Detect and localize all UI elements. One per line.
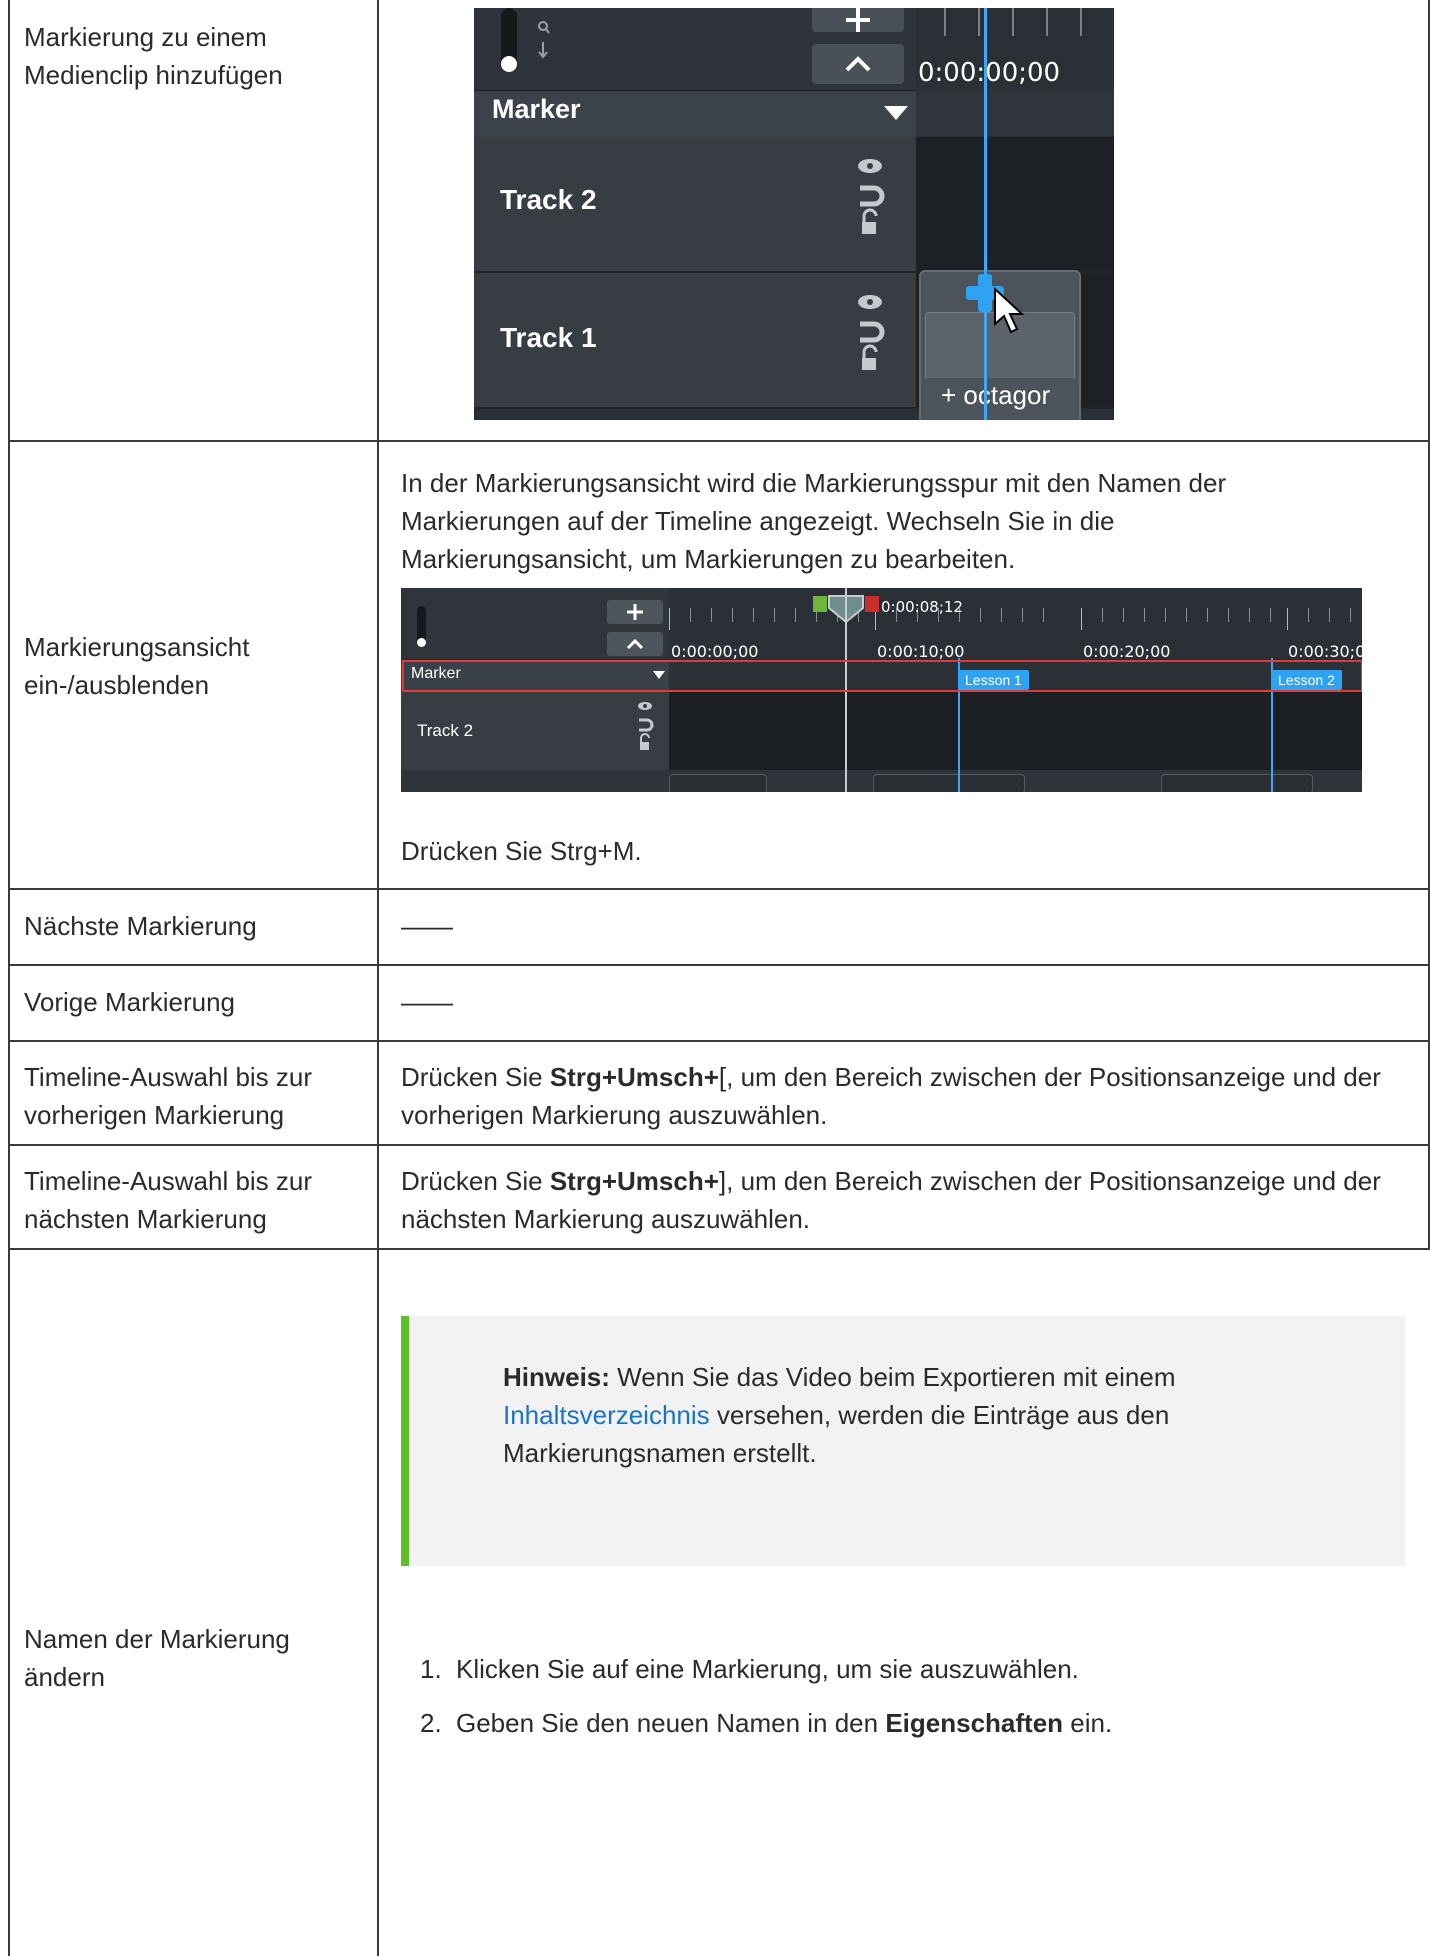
row-description: Drücken Sie Strg+Umsch+[, um den Bereich…: [401, 1058, 1406, 1134]
media-clip: [1161, 774, 1313, 792]
chevron-up-icon: [845, 56, 871, 72]
track-icons: [858, 295, 885, 370]
ruler-tick-label: 0:00:00;00: [671, 642, 759, 661]
clip-label: + octagor: [941, 380, 1051, 410]
row-label: Nächste Markierung: [24, 911, 257, 941]
list-text: ein.: [1063, 1708, 1113, 1738]
media-clip: [873, 774, 1025, 792]
row-label: Namen der Markierung ändern: [24, 1624, 290, 1692]
list-item: 1. Klicken Sie auf eine Markierung, um si…: [420, 1650, 1079, 1688]
collapse-button: [812, 44, 904, 84]
row-value: ——: [401, 911, 453, 941]
track-label: Track 2: [417, 721, 474, 740]
zoom-slider-knob: [417, 638, 426, 647]
track-label: Track 2: [500, 184, 597, 215]
mouse-cursor-icon: [994, 286, 1025, 334]
shortcut-keys: Strg+Umsch+: [549, 1166, 719, 1196]
add-track-button: [812, 8, 904, 32]
row-description: Drücken Sie Strg+Umsch+], um den Bereich…: [401, 1162, 1406, 1238]
selection-end-handle: [865, 596, 879, 612]
row-label: Markierung zu einem Medienclip hinzufüge…: [24, 22, 283, 90]
table-of-contents-link[interactable]: Inhaltsverzeichnis: [503, 1400, 710, 1430]
ruler-tick-label: 0:00:30;0: [1288, 642, 1362, 661]
dropdown-arrow-icon: [884, 106, 908, 120]
row-divider: [8, 1144, 1430, 1146]
timeline-ruler: [669, 588, 1362, 658]
description-text: Drücken Sie: [401, 1062, 550, 1092]
add-track-button: [607, 600, 663, 624]
plus-icon: [627, 604, 643, 620]
row-divider: [8, 1248, 1430, 1250]
list-text-bold: Eigenschaften: [885, 1708, 1064, 1738]
row-label: Timeline-Auswahl bis zur nächsten Markie…: [24, 1166, 313, 1234]
timeline-screenshot-marker-view: 0:00:00;00 0:00:10;00 0:00:20;00 0:00:30…: [401, 588, 1362, 792]
list-item: 2. Geben Sie den neuen Namen in den Eigen…: [420, 1704, 1112, 1742]
zoom-slider-knob: [501, 56, 517, 72]
ruler-tick-label: 0:00:10;00: [877, 642, 965, 661]
shortcut-table: Markierung zu einem Medienclip hinzufüge…: [0, 0, 1430, 1956]
ruler-tick-label: 0:00:20;00: [1083, 642, 1171, 661]
collapse-button: [607, 632, 663, 656]
row-label: Markierungsansicht ein-/ausblenden: [24, 632, 250, 700]
ruler-time-label: 0:00:00;00: [918, 58, 1061, 88]
highlight-box: [402, 660, 1362, 692]
row-divider: [8, 440, 1430, 442]
row-label: Timeline-Auswahl bis zur vorherigen Mark…: [24, 1062, 313, 1130]
zoom-icon: [538, 21, 550, 59]
table-column-divider: [377, 0, 379, 1956]
shortcut-keys: Strg+Umsch+: [549, 1062, 719, 1092]
note-box: Hinweis: Wenn Sie das Video beim Exporti…: [401, 1316, 1405, 1566]
track-label: Track 1: [500, 322, 597, 353]
marker-view-description: In der Markierungsansicht wird die Marki…: [401, 468, 1227, 574]
track-icons: [858, 159, 885, 234]
list-number: 1.: [420, 1654, 442, 1684]
shortcut-text: Drücken Sie Strg+M.: [401, 836, 642, 866]
row-divider: [8, 888, 1430, 890]
chevron-up-icon: [626, 638, 644, 650]
plus-icon: [846, 8, 870, 32]
note-text-part: Wenn Sie das Video beim Exportieren mit …: [609, 1362, 1176, 1392]
list-number: 2.: [420, 1708, 442, 1738]
media-clip: [669, 774, 767, 792]
row-value: ——: [401, 987, 453, 1017]
note-text: Hinweis: Wenn Sie das Video beim Exporti…: [503, 1358, 1303, 1472]
track-lane: [669, 692, 1362, 770]
playhead-line: [984, 8, 987, 420]
row-label: Vorige Markierung: [24, 987, 235, 1017]
marker-track-lane: [916, 90, 1114, 136]
list-text: Klicken Sie auf eine Markierung, um sie …: [456, 1654, 1079, 1684]
list-text: Geben Sie den neuen Namen in den: [456, 1708, 886, 1738]
track-lane: [916, 137, 1114, 273]
row-divider: [8, 1040, 1430, 1042]
timeline-screenshot-add-marker: 0:00:00;00 Marker Track 2 Track 1 + octa…: [474, 8, 1114, 420]
track-icons: [638, 702, 654, 750]
table-border-left: [8, 0, 10, 1956]
selection-start-handle: [813, 596, 827, 612]
marker-track-label: Marker: [492, 94, 581, 124]
row-divider: [8, 964, 1430, 966]
description-text: Drücken Sie: [401, 1166, 550, 1196]
playhead-time-label: 0:00:08;12: [881, 598, 963, 616]
note-label: Hinweis:: [503, 1362, 610, 1392]
